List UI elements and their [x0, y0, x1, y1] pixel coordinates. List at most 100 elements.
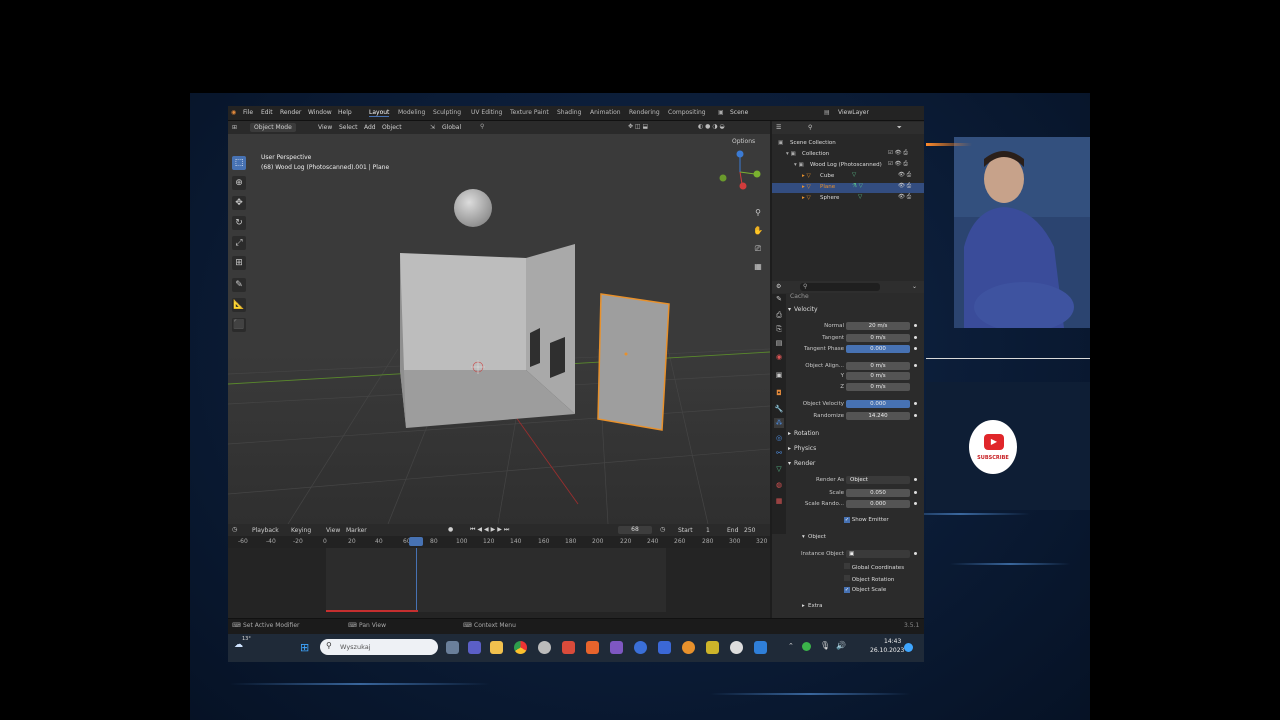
- vp-menu-add[interactable]: Add: [364, 124, 376, 131]
- file-explorer-icon[interactable]: [490, 641, 503, 654]
- object-velocity-field[interactable]: 0.000: [846, 400, 910, 408]
- randomize-field[interactable]: 14.240: [846, 412, 910, 420]
- section-object[interactable]: ▾ Object: [802, 534, 826, 540]
- section-extra[interactable]: ▸ Extra: [802, 603, 823, 609]
- object-align-x-field[interactable]: 0 m/s: [846, 362, 910, 370]
- options-dropdown[interactable]: Options: [732, 138, 755, 145]
- snap-icon[interactable]: ⚲: [480, 123, 484, 130]
- playback-controls[interactable]: ⏮◀◀▶▶⏭: [470, 526, 511, 534]
- vp-menu-object[interactable]: Object: [382, 124, 402, 131]
- vp-menu-view[interactable]: View: [318, 124, 332, 131]
- playhead-marker[interactable]: [409, 537, 423, 546]
- task-view-icon[interactable]: [446, 641, 459, 654]
- editor-type-icon[interactable]: ⊞: [232, 124, 237, 131]
- windows-start-icon[interactable]: ⊞: [300, 641, 309, 654]
- frame-ruler[interactable]: -60 -40 -20 0 20 40 60 80 100 120 140 16…: [228, 536, 770, 548]
- app-icon-k[interactable]: [754, 641, 767, 654]
- tool-tab-icon[interactable]: ✎: [774, 294, 784, 304]
- 3d-viewport[interactable]: User Perspective (68) Wood Log (Photosca…: [228, 134, 770, 524]
- blender-logo-icon[interactable]: ◉: [231, 109, 236, 116]
- tangent-phase-field[interactable]: 0.000: [846, 345, 910, 353]
- constraints-tab-icon[interactable]: ⚯: [774, 448, 784, 458]
- mode-select[interactable]: Object Mode: [250, 123, 296, 132]
- particles-tab-icon[interactable]: ⁂: [774, 418, 784, 428]
- section-render[interactable]: ▾ Render: [788, 460, 815, 467]
- object-rotation-checkbox[interactable]: Object Rotation: [844, 575, 894, 583]
- transform-icon[interactable]: ⊞: [232, 256, 246, 270]
- end-frame-field[interactable]: 250: [744, 527, 755, 534]
- shading-modes[interactable]: ◐ ● ◑ ◒: [698, 123, 725, 130]
- teams-icon[interactable]: [468, 641, 481, 654]
- show-emitter-checkbox[interactable]: ✓ Show Emitter: [844, 517, 889, 523]
- world-tab-icon[interactable]: ▣: [774, 370, 784, 380]
- outliner-search-icon[interactable]: ⚲: [808, 124, 812, 131]
- instance-object-field[interactable]: ▣: [846, 550, 910, 558]
- orientation-select[interactable]: Global: [442, 124, 461, 131]
- timeline-menu-marker[interactable]: Marker: [346, 527, 367, 534]
- tab-layout[interactable]: Layout: [369, 109, 390, 117]
- start-frame-field[interactable]: 1: [706, 527, 710, 534]
- filter-icon[interactable]: ⏷: [897, 124, 902, 132]
- move-icon[interactable]: ✥: [232, 196, 246, 210]
- viewlayer-name[interactable]: ViewLayer: [838, 109, 869, 116]
- add-cube-icon[interactable]: ⬛: [232, 318, 246, 332]
- rotate-icon[interactable]: ↻: [232, 216, 246, 230]
- outliner-editor-icon[interactable]: ☰: [776, 124, 781, 131]
- app-icon-red[interactable]: [562, 641, 575, 654]
- outliner-row-plane[interactable]: ▸ ▽ Plane ⚗ ▽ 👁 ⎙: [772, 183, 924, 193]
- outliner-row-cube[interactable]: ▸ ▽ Cube ▽ 👁 ⎙: [772, 172, 924, 182]
- viewlayer-tab-icon[interactable]: ▤: [774, 338, 784, 348]
- vp-menu-select[interactable]: Select: [339, 124, 358, 131]
- menu-window[interactable]: Window: [308, 109, 332, 116]
- notification-icon[interactable]: [904, 643, 913, 652]
- menu-help[interactable]: Help: [338, 109, 352, 116]
- outliner-row-sphere[interactable]: ▸ ▽ Sphere ▽ 👁 ⎙: [772, 194, 924, 204]
- render-tab-icon[interactable]: ⎙: [774, 310, 784, 320]
- props-editor-icon[interactable]: ⚙: [776, 283, 781, 290]
- section-cache[interactable]: Cache: [790, 293, 809, 300]
- visibility-icons[interactable]: ☑ 👁 ⎙: [888, 161, 908, 168]
- object-align-y-field[interactable]: 0 m/s: [846, 372, 910, 380]
- tab-rendering[interactable]: Rendering: [629, 109, 660, 116]
- visibility-icons[interactable]: 👁 ⎙: [898, 194, 911, 201]
- menu-edit[interactable]: Edit: [261, 109, 273, 116]
- section-rotation[interactable]: ▸ Rotation: [788, 430, 819, 437]
- object-scale-checkbox[interactable]: ✓ Object Scale: [844, 587, 886, 593]
- tab-compositing[interactable]: Compositing: [668, 109, 706, 116]
- scale-icon[interactable]: ⤢: [232, 236, 246, 250]
- props-search-input[interactable]: ⚲: [800, 283, 880, 291]
- app-icon-yellow[interactable]: [706, 641, 719, 654]
- scene-tab-icon[interactable]: ◉: [774, 352, 784, 362]
- unreal-icon[interactable]: [730, 641, 743, 654]
- github-icon[interactable]: [538, 641, 551, 654]
- output-tab-icon[interactable]: ⎘: [774, 324, 784, 334]
- tray-chevron-icon[interactable]: ⌃: [788, 642, 794, 650]
- timeline-menu-view[interactable]: View: [326, 527, 340, 534]
- tangent-field[interactable]: 0 m/s: [846, 334, 910, 342]
- cursor-icon[interactable]: ⊕: [232, 176, 246, 190]
- object-align-z-field[interactable]: 0 m/s: [846, 383, 910, 391]
- menu-file[interactable]: File: [243, 109, 253, 116]
- vpn-icon[interactable]: [634, 641, 647, 654]
- scale-random-field[interactable]: 0.000: [846, 500, 910, 508]
- data-tab-icon[interactable]: ▽: [774, 464, 784, 474]
- tab-modeling[interactable]: Modeling: [398, 109, 425, 116]
- app-icon-purple[interactable]: [610, 641, 623, 654]
- tab-animation[interactable]: Animation: [590, 109, 621, 116]
- measure-icon[interactable]: 📐: [232, 298, 246, 312]
- app-icon-blue[interactable]: [658, 641, 671, 654]
- view-nav-icons[interactable]: ⚲ ✋ ⎚ ▦: [752, 204, 764, 276]
- tab-sculpting[interactable]: Sculpting: [433, 109, 461, 116]
- chevron-down-icon[interactable]: ⌄: [912, 283, 917, 290]
- physics-tab-icon[interactable]: ◎: [774, 433, 784, 443]
- tray-app-icon[interactable]: [802, 642, 811, 651]
- scene-name[interactable]: Scene: [730, 109, 748, 116]
- scale-field[interactable]: 0.050: [846, 489, 910, 497]
- timeline-menu-playback[interactable]: Playback: [252, 527, 279, 534]
- material-tab-icon[interactable]: ◍: [774, 480, 784, 490]
- normal-field[interactable]: 20 m/s: [846, 322, 910, 330]
- section-velocity[interactable]: ▾ Velocity: [788, 306, 818, 313]
- global-coords-checkbox[interactable]: Global Coordinates: [844, 563, 904, 571]
- mic-icon[interactable]: 🎙: [820, 641, 830, 650]
- current-frame-field[interactable]: 68: [618, 526, 652, 534]
